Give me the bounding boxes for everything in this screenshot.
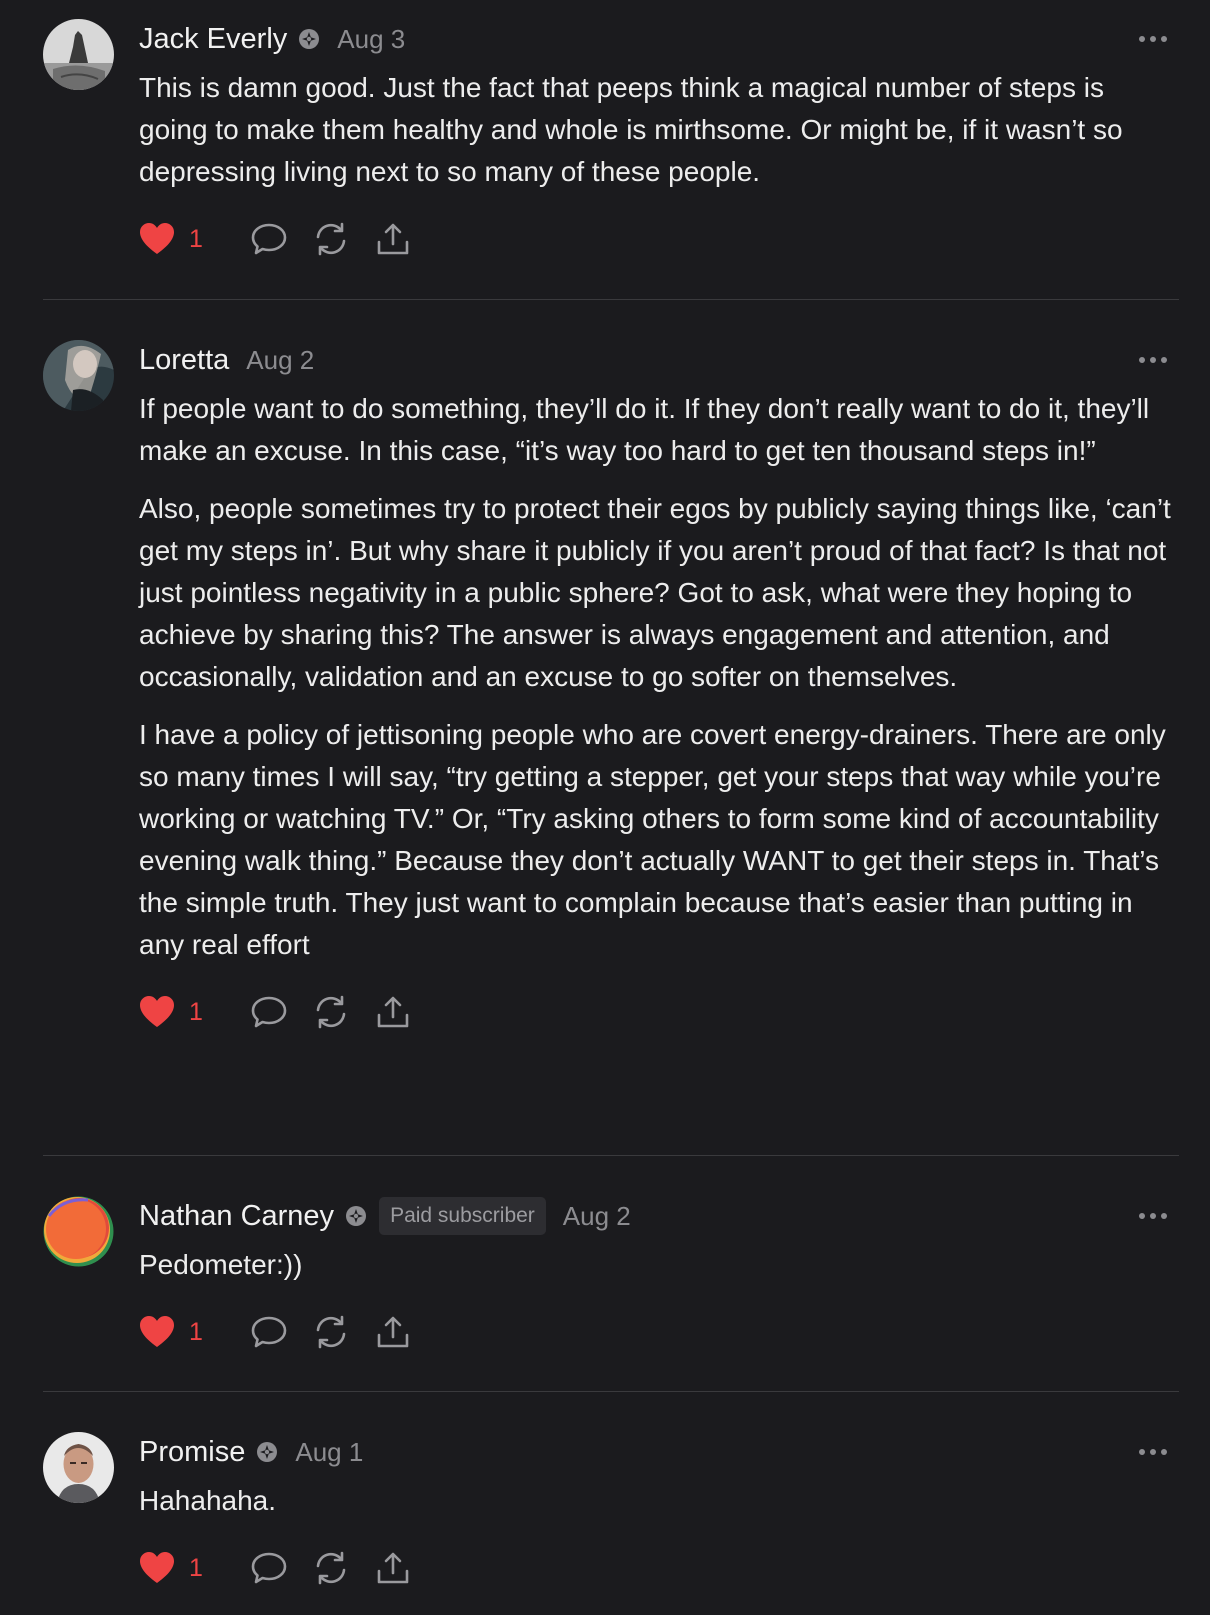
comment-promise: Promise Aug 1 Hahahaha. 1 [43, 1392, 1179, 1615]
ellipsis-icon [1139, 36, 1145, 42]
restack-button[interactable] [313, 995, 349, 1029]
speech-bubble-icon [251, 996, 287, 1028]
reply-button[interactable] [251, 1315, 287, 1349]
restack-button[interactable] [313, 222, 349, 256]
paid-subscriber-badge: Paid subscriber [379, 1197, 546, 1235]
share-button[interactable] [375, 1315, 411, 1349]
restack-icon [316, 222, 346, 256]
comment-text: Hahahaha. [139, 1480, 1179, 1522]
comment-nathan-carney: Nathan Carney Paid subscriber Aug 2 Pedo… [43, 1156, 1179, 1392]
comment-date[interactable]: Aug 1 [295, 1437, 363, 1468]
heart-icon [140, 996, 174, 1027]
like-count: 1 [189, 1317, 203, 1346]
comment-text: This is damn good. Just the fact that pe… [139, 67, 1179, 193]
avatar[interactable] [43, 340, 114, 411]
reply-button[interactable] [251, 222, 287, 256]
comment-jack-everly: Jack Everly Aug 3 This is damn good. Jus… [43, 0, 1179, 300]
more-options-button[interactable] [1139, 1211, 1167, 1221]
author-name[interactable]: Promise [139, 1436, 245, 1469]
like-count: 1 [189, 1553, 203, 1582]
comment-actions: 1 [139, 1548, 1179, 1588]
more-options-button[interactable] [1139, 34, 1167, 44]
comment-paragraph: This is damn good. Just the fact that pe… [139, 72, 1123, 187]
share-button[interactable] [375, 1551, 411, 1585]
restack-button[interactable] [313, 1551, 349, 1585]
share-icon [377, 223, 409, 255]
verified-badge-icon [345, 1205, 367, 1227]
more-options-button[interactable] [1139, 1447, 1167, 1457]
restack-button[interactable] [313, 1315, 349, 1349]
share-icon [377, 1316, 409, 1348]
speech-bubble-icon [251, 1316, 287, 1348]
like-button[interactable]: 1 [139, 1551, 225, 1585]
more-options-button[interactable] [1139, 355, 1167, 365]
ellipsis-icon [1139, 1449, 1145, 1455]
comment-date[interactable]: Aug 2 [246, 345, 314, 376]
comment-paragraph: Also, people sometimes try to protect th… [139, 493, 1171, 692]
comment-feed: Jack Everly Aug 3 This is damn good. Jus… [0, 0, 1210, 1615]
avatar[interactable] [43, 19, 114, 90]
ellipsis-icon [1139, 357, 1145, 363]
share-button[interactable] [375, 222, 411, 256]
comment-loretta: Loretta Aug 2 If people want to do somet… [43, 300, 1179, 1156]
comment-text: Pedometer:)) [139, 1244, 1179, 1286]
comment-actions: 1 [139, 1312, 1179, 1352]
comment-paragraph: If people want to do something, they’ll … [139, 393, 1150, 466]
verified-badge-icon [256, 1441, 278, 1463]
avatar[interactable] [43, 1196, 114, 1267]
ellipsis-icon [1139, 1213, 1145, 1219]
reply-button[interactable] [251, 995, 287, 1029]
like-count: 1 [189, 997, 203, 1026]
author-name[interactable]: Jack Everly [139, 23, 287, 56]
restack-icon [316, 995, 346, 1029]
comment-date[interactable]: Aug 3 [337, 24, 405, 55]
like-button[interactable]: 1 [139, 222, 225, 256]
like-button[interactable]: 1 [139, 1315, 225, 1349]
reply-button[interactable] [251, 1551, 287, 1585]
comment-actions: 1 [139, 219, 1179, 259]
restack-icon [316, 1315, 346, 1349]
comment-date[interactable]: Aug 2 [563, 1201, 631, 1232]
like-count: 1 [189, 224, 203, 253]
comment-paragraph: Hahahaha. [139, 1485, 277, 1516]
heart-icon [140, 223, 174, 254]
heart-icon [140, 1316, 174, 1347]
share-icon [377, 1552, 409, 1584]
speech-bubble-icon [251, 1552, 287, 1584]
comment-text: If people want to do something, they’ll … [139, 388, 1179, 966]
share-icon [377, 996, 409, 1028]
author-name[interactable]: Nathan Carney [139, 1200, 334, 1233]
comment-paragraph: I have a policy of jettisoning people wh… [139, 719, 1166, 960]
comment-paragraph: Pedometer:)) [139, 1249, 303, 1280]
like-button[interactable]: 1 [139, 995, 225, 1029]
share-button[interactable] [375, 995, 411, 1029]
restack-icon [316, 1551, 346, 1585]
comment-actions: 1 [139, 992, 1179, 1032]
author-name[interactable]: Loretta [139, 344, 229, 377]
avatar[interactable] [43, 1432, 114, 1503]
heart-icon [140, 1552, 174, 1583]
speech-bubble-icon [251, 223, 287, 255]
verified-badge-icon [298, 28, 320, 50]
